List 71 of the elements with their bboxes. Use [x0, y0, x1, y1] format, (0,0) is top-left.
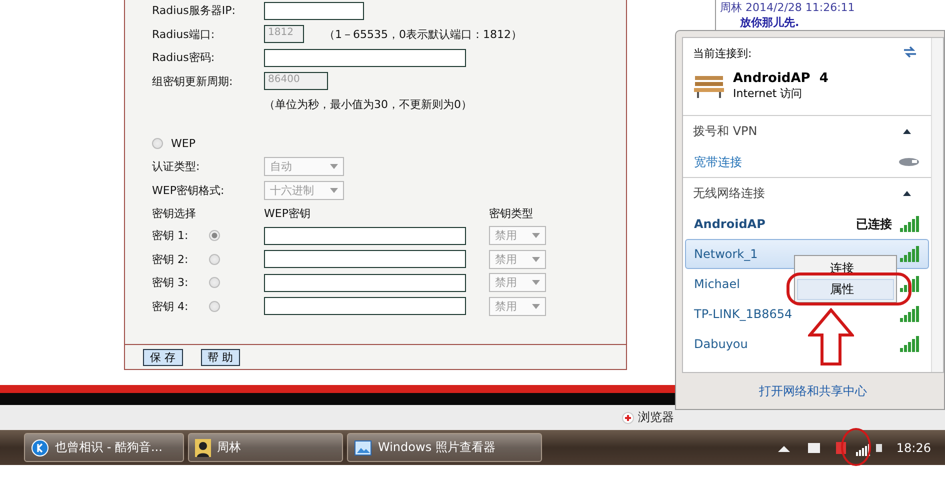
- caret-icon: [330, 188, 338, 193]
- network-center-link[interactable]: 打开网络和共享中心: [682, 373, 944, 409]
- caret-icon: [532, 304, 540, 309]
- status-text: 已连接: [856, 216, 892, 232]
- signal-icon: [900, 306, 920, 322]
- connection-item[interactable]: 宽带连接: [685, 147, 929, 177]
- wifi-item[interactable]: Dabuyou: [685, 329, 929, 359]
- key-field[interactable]: [264, 274, 466, 292]
- field-label: Radius密码:: [152, 50, 216, 66]
- section-title: 拨号和 VPN: [693, 123, 758, 140]
- current-label: 当前连接到:: [693, 46, 752, 61]
- column-header: WEP密钥: [264, 206, 312, 220]
- key-field[interactable]: [264, 226, 466, 245]
- chevron-icon[interactable]: [903, 129, 911, 134]
- taskbar-button[interactable]: 周林: [188, 433, 343, 462]
- chat-message: 放你那儿先.: [739, 15, 800, 30]
- status-text: 浏览器: [638, 409, 674, 426]
- network-name: AndroidAP 4: [733, 71, 828, 86]
- hint-text: （1－65535，0表示默认端口：1812）: [324, 26, 522, 42]
- wifi-item[interactable]: TP-LINK_1B8654: [685, 299, 929, 329]
- caret-icon: [532, 233, 540, 238]
- scrollbar[interactable]: [931, 38, 943, 372]
- key-label: 密钥 1:: [152, 228, 190, 244]
- modem-icon: [898, 157, 920, 167]
- help-button[interactable]: 帮 助: [200, 348, 240, 366]
- key-radio[interactable]: [209, 300, 220, 312]
- caret-icon: [532, 280, 540, 286]
- k-logo-icon: [31, 438, 49, 456]
- access-text: Internet 访问: [733, 86, 804, 101]
- key-label: 密钥 2:: [152, 252, 190, 267]
- save-button[interactable]: 保 存: [143, 348, 182, 366]
- refresh-arrows-icon[interactable]: [903, 46, 917, 58]
- taskbar-button[interactable]: Windows 照片查看器: [347, 433, 542, 462]
- clock-text: 18:26: [896, 440, 931, 454]
- wep-label: WEP: [171, 136, 196, 150]
- plus-icon: [622, 412, 634, 424]
- text-field[interactable]: [264, 2, 364, 20]
- field-label: Radius服务器IP:: [152, 3, 236, 18]
- signal-icon: [900, 246, 920, 262]
- chat-header: 周林 2014/2/28 11:26:11: [720, 0, 856, 15]
- section-title: 无线网络连接: [693, 185, 765, 202]
- signal-icon: [900, 336, 920, 352]
- field-label: 认证类型:: [152, 159, 201, 174]
- key-label: 密钥 4:: [152, 298, 190, 314]
- taskbar-button[interactable]: 也曾相识 - 酷狗音...: [24, 433, 184, 462]
- column-header: 密钥选择: [152, 206, 197, 220]
- bench-icon: [693, 73, 725, 99]
- field-label: Radius端口:: [152, 26, 216, 42]
- key-radio[interactable]: [209, 230, 220, 242]
- note-text: （单位为秒，最小值为30，不更新则为0）: [264, 97, 472, 112]
- field-label: 组密钥更新周期:: [152, 74, 234, 89]
- chevron-icon[interactable]: [903, 191, 911, 196]
- caret-icon: [532, 256, 540, 262]
- signal-icon: [900, 276, 920, 292]
- text-field[interactable]: [264, 48, 466, 67]
- wifi-item[interactable]: AndroidAP 已连接: [685, 209, 929, 239]
- key-field[interactable]: [264, 297, 466, 316]
- key-label: 密钥 3:: [152, 275, 190, 290]
- wep-radio[interactable]: [152, 138, 163, 149]
- signal-icon: [900, 216, 920, 232]
- field-label: WEP密钥格式:: [152, 182, 226, 198]
- annotation-arrow: [808, 308, 854, 366]
- person-icon: [195, 438, 211, 456]
- annotation-ring: [840, 427, 872, 467]
- picture-icon: [354, 440, 372, 456]
- key-radio[interactable]: [209, 254, 220, 265]
- key-field[interactable]: [264, 250, 466, 268]
- column-header: 密钥类型: [489, 206, 533, 220]
- caret-icon: [330, 164, 338, 170]
- menu-item[interactable]: 属性: [797, 279, 894, 300]
- key-radio[interactable]: [209, 277, 220, 288]
